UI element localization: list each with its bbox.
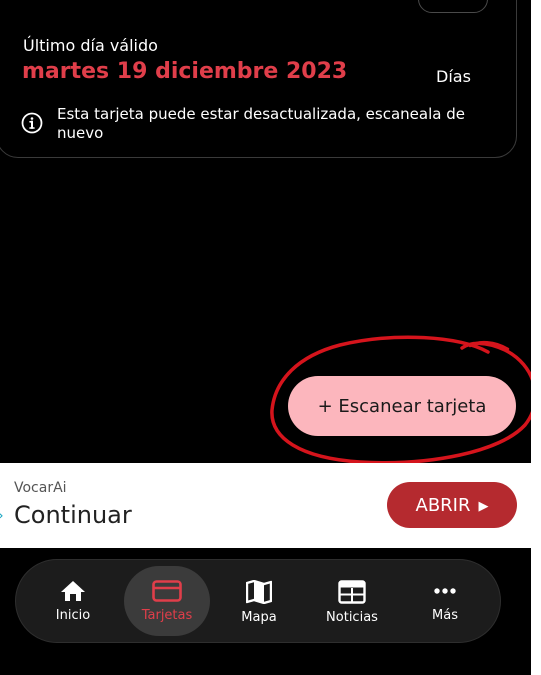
nav-item-mas[interactable]: Más: [402, 566, 488, 636]
days-label: Días: [436, 67, 471, 86]
bottom-nav: Inicio Tarjetas Mapa Noticias Más: [15, 559, 501, 643]
ad-banner[interactable]: VocarAi › Continuar ABRIR ▶: [0, 463, 531, 548]
scan-card-button[interactable]: + Escanear tarjeta: [288, 376, 516, 436]
ad-chevron-icon: ›: [0, 508, 4, 524]
valid-label: Último día válido: [23, 36, 158, 55]
card-panel[interactable]: 22 Último día válido martes 19 diciembre…: [0, 0, 517, 158]
nav-item-tarjetas[interactable]: Tarjetas: [124, 566, 210, 636]
nav-label: Inicio: [55, 608, 91, 623]
warning-button[interactable]: [418, 0, 488, 13]
nav-item-mapa[interactable]: Mapa: [216, 566, 302, 636]
ad-open-button[interactable]: ABRIR ▶: [387, 482, 517, 528]
outdated-info-text: Esta tarjeta puede estar desactualizada,…: [57, 105, 465, 142]
nav-label: Mapa: [241, 610, 277, 625]
nav-label: Tarjetas: [141, 608, 193, 623]
nav-label: Más: [432, 608, 458, 623]
more-icon: [434, 588, 456, 594]
nav-label: Noticias: [326, 610, 378, 625]
ad-title[interactable]: Continuar: [14, 501, 132, 529]
info-icon: [21, 112, 43, 134]
edge-strip: [531, 0, 541, 675]
home-icon: [61, 581, 85, 601]
ad-brand: VocarAi: [14, 480, 67, 496]
news-icon: [338, 580, 366, 604]
map-icon: [246, 580, 272, 604]
valid-date: martes 19 diciembre 2023: [22, 59, 348, 84]
screen: 22 Último día válido martes 19 diciembre…: [0, 0, 531, 675]
card-icon: [152, 580, 182, 602]
nav-item-noticias[interactable]: Noticias: [309, 566, 395, 636]
nav-item-inicio[interactable]: Inicio: [30, 566, 116, 636]
play-arrow-icon: ▶: [478, 499, 489, 514]
ad-open-label: ABRIR: [415, 495, 471, 516]
